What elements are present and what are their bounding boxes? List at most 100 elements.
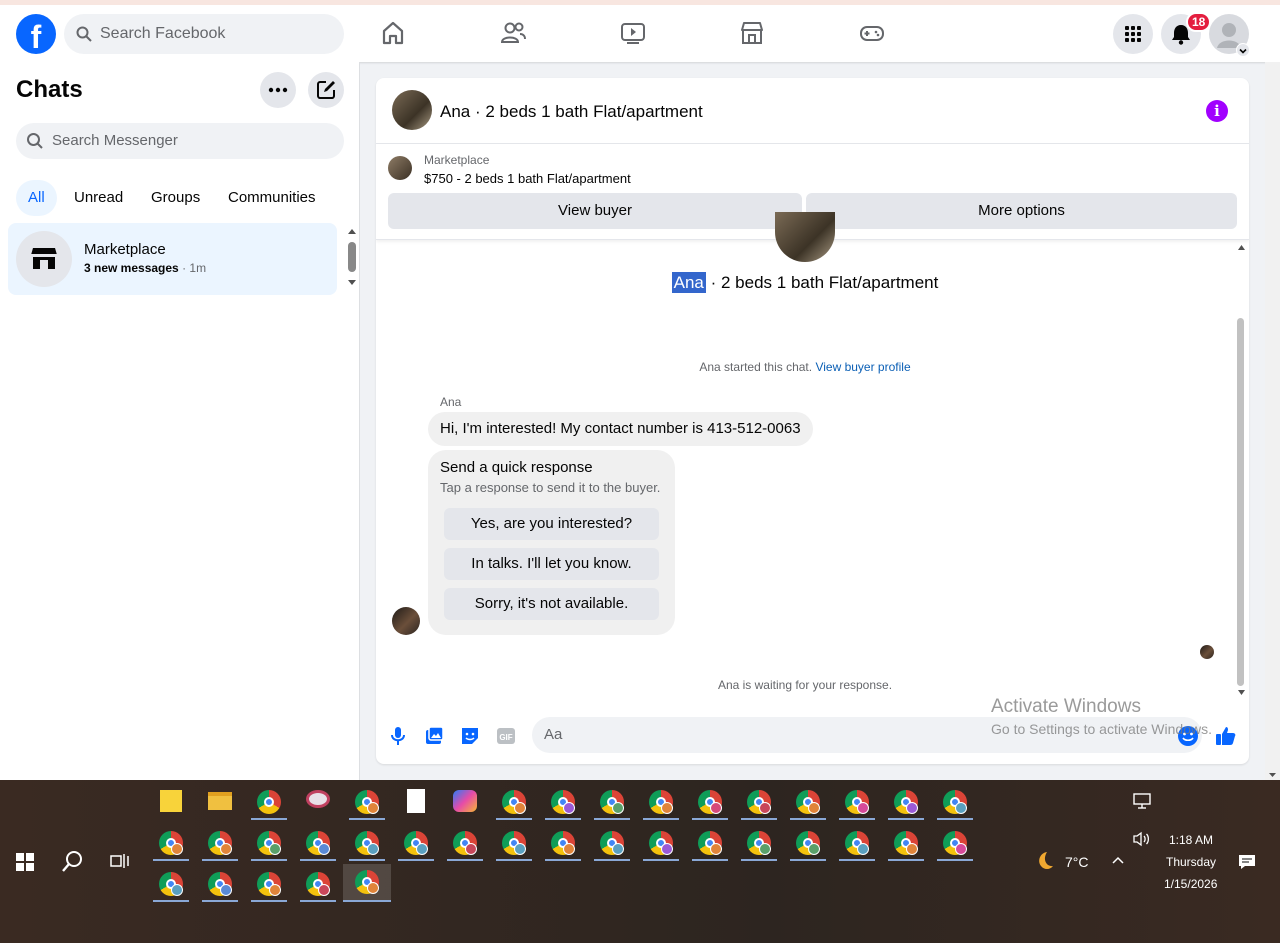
- network-icon[interactable]: [1133, 793, 1151, 809]
- chrome-profile-app[interactable]: [690, 784, 730, 820]
- chrome-profile-app[interactable]: [200, 825, 240, 861]
- sticky-notes-app[interactable]: [151, 784, 191, 820]
- chrome-profile-app[interactable]: [935, 825, 975, 861]
- gaming-icon[interactable]: [858, 19, 886, 47]
- top-navbar: f Search Facebook 18: [0, 0, 1280, 62]
- microphone-icon[interactable]: [386, 724, 410, 748]
- chrome-profile-app[interactable]: [690, 825, 730, 861]
- chrome-profile-app[interactable]: [347, 784, 387, 820]
- video-icon[interactable]: [619, 19, 647, 47]
- photo-icon[interactable]: [422, 724, 446, 748]
- chat-time: · 1m: [182, 261, 207, 275]
- clock-day[interactable]: Thursday: [1166, 855, 1216, 869]
- tab-all[interactable]: All: [16, 180, 57, 216]
- chrome-profile-app[interactable]: [200, 866, 240, 902]
- chrome-profile-app[interactable]: [543, 825, 583, 861]
- chrome-profile-app[interactable]: [886, 784, 926, 820]
- chrome-profile-app[interactable]: [739, 825, 779, 861]
- home-icon[interactable]: [379, 19, 407, 47]
- windows-taskbar: 7°C 1:18 AM Thursday 1/15/2026: [0, 780, 1280, 943]
- windows-start-icon[interactable]: [16, 853, 34, 871]
- chrome-profile-app[interactable]: [543, 784, 583, 820]
- chrome-profile-app[interactable]: [494, 784, 534, 820]
- info-icon[interactable]: i: [1206, 100, 1228, 122]
- tray-chevron-up-icon[interactable]: [1110, 854, 1126, 866]
- thread-scrollbar-thumb[interactable]: [1237, 318, 1244, 686]
- quick-response-button-interested[interactable]: Yes, are you interested?: [444, 508, 659, 540]
- thread-title: Ana · 2 beds 1 bath Flat/apartment: [376, 272, 1234, 293]
- paint-app[interactable]: [298, 784, 338, 820]
- chrome-profile-app[interactable]: [641, 784, 681, 820]
- listing-avatar[interactable]: [392, 90, 432, 130]
- conversation-title[interactable]: Ana · 2 beds 1 bath Flat/apartment: [440, 102, 703, 122]
- listing-thumbnail[interactable]: [388, 156, 412, 180]
- chrome-app[interactable]: [249, 784, 289, 820]
- notification-center-icon[interactable]: [1238, 853, 1256, 871]
- chrome-profile-app[interactable]: [298, 825, 338, 861]
- chrome-profile-app[interactable]: [151, 825, 191, 861]
- chat-options-button[interactable]: [260, 72, 296, 108]
- chrome-profile-app[interactable]: [347, 825, 387, 861]
- more-options-button[interactable]: More options: [806, 193, 1237, 229]
- quick-response-button-not-available[interactable]: Sorry, it's not available.: [444, 588, 659, 620]
- clock-time[interactable]: 1:18 AM: [1169, 833, 1213, 847]
- menu-button[interactable]: [1113, 14, 1153, 54]
- notepad-app[interactable]: [396, 784, 436, 820]
- chat-preview-text: 3 new messages: [84, 261, 179, 275]
- weather-temperature[interactable]: 7°C: [1065, 854, 1089, 870]
- marketplace-icon[interactable]: [738, 19, 766, 47]
- chrome-profile-app[interactable]: [641, 825, 681, 861]
- chrome-profile-app[interactable]: [788, 784, 828, 820]
- thumbs-up-icon[interactable]: [1214, 724, 1238, 748]
- chrome-profile-app[interactable]: [935, 784, 975, 820]
- gif-icon[interactable]: GIF: [494, 724, 518, 748]
- chats-sidebar: Chats Search Messenger All Unread Groups…: [0, 62, 360, 780]
- chrome-profile-app[interactable]: [249, 825, 289, 861]
- chrome-profile-app[interactable]: [592, 825, 632, 861]
- more-icon: [268, 87, 288, 93]
- chat-list-item-marketplace[interactable]: Marketplace 3 new messages · 1m: [8, 223, 337, 295]
- messenger-search-input[interactable]: Search Messenger: [16, 123, 344, 159]
- chrome-profile-app[interactable]: [886, 825, 926, 861]
- conversation-avatar: [775, 212, 835, 262]
- listing-price-title[interactable]: $750 - 2 beds 1 bath Flat/apartment: [424, 171, 631, 186]
- sticker-icon[interactable]: [458, 724, 482, 748]
- friends-icon[interactable]: [499, 19, 527, 47]
- account-chevron-icon[interactable]: [1236, 43, 1250, 57]
- chrome-profile-app[interactable]: [788, 825, 828, 861]
- chrome-profile-app[interactable]: [151, 866, 191, 902]
- task-view-icon[interactable]: [110, 851, 130, 871]
- volume-icon[interactable]: [1132, 831, 1152, 847]
- new-message-button[interactable]: [308, 72, 344, 108]
- chrome-profile-app[interactable]: [298, 866, 338, 902]
- taskbar-search-icon[interactable]: [60, 850, 84, 874]
- quick-response-button-in-talks[interactable]: In talks. I'll let you know.: [444, 548, 659, 580]
- page-scrollbar[interactable]: [1265, 62, 1280, 780]
- chrome-profile-app-active[interactable]: [343, 864, 391, 902]
- view-buyer-button[interactable]: View buyer: [388, 193, 802, 229]
- copilot-app[interactable]: [445, 784, 485, 820]
- file-explorer-app[interactable]: [200, 784, 240, 820]
- tab-groups[interactable]: Groups: [139, 180, 212, 216]
- chrome-profile-app[interactable]: [592, 784, 632, 820]
- facebook-logo[interactable]: f: [16, 14, 56, 54]
- chat-list-scrollbar[interactable]: [344, 226, 360, 288]
- chrome-profile-app[interactable]: [739, 784, 779, 820]
- chrome-profile-app[interactable]: [494, 825, 534, 861]
- chrome-profile-app[interactable]: [837, 825, 877, 861]
- clock-date[interactable]: 1/15/2026: [1164, 877, 1217, 891]
- moon-weather-icon[interactable]: [1032, 849, 1056, 873]
- tab-unread[interactable]: Unread: [62, 180, 135, 216]
- message-bubble[interactable]: Hi, I'm interested! My contact number is…: [428, 412, 813, 446]
- chrome-profile-app[interactable]: [837, 784, 877, 820]
- sender-avatar[interactable]: [392, 607, 420, 635]
- message-composer: GIF Aa: [376, 712, 1249, 764]
- compose-icon: [317, 81, 335, 99]
- facebook-search-input[interactable]: Search Facebook: [64, 14, 344, 54]
- activate-windows-subtitle: Go to Settings to activate Windows.: [991, 721, 1212, 737]
- view-buyer-profile-link[interactable]: View buyer profile: [815, 360, 910, 374]
- chrome-profile-app[interactable]: [249, 866, 289, 902]
- chrome-profile-app[interactable]: [445, 825, 485, 861]
- tab-communities[interactable]: Communities: [216, 180, 328, 216]
- chrome-profile-app[interactable]: [396, 825, 436, 861]
